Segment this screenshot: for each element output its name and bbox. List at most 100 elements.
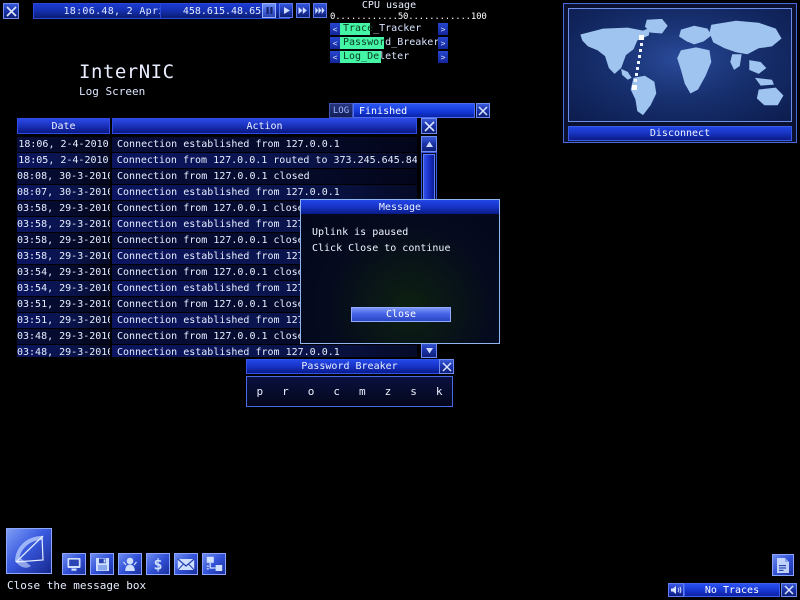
log-row-date: 03:58, 29-3-2010 [17,248,110,264]
trace-close-icon[interactable] [781,583,797,597]
dialog-line-2: Click Close to continue [312,243,451,254]
table-row[interactable]: 03:48, 29-3-2010 Connection established f… [17,344,417,357]
log-table-close-icon[interactable] [421,118,437,134]
table-row[interactable]: 18:06, 2-4-2010 Connection established fr… [17,136,417,152]
cpu-program-row: < Trace_Tracker > [330,23,448,35]
cpu-program-row: < Log_Deleter > [330,51,448,63]
email-icon[interactable] [174,553,198,575]
fastest-forward-button[interactable] [313,3,327,18]
arrow-up-icon[interactable] [421,136,437,152]
status-bar-text: Close the message box [7,579,147,592]
password-character: c [333,385,340,398]
cpu-increase-button[interactable]: > [438,51,448,63]
world-map-panel: Disconnect [563,3,797,143]
password-breaker-close-icon[interactable] [439,359,454,374]
contacts-icon[interactable] [118,553,142,575]
network-icon[interactable] [202,553,226,575]
cpu-usage-panel: CPU usage 0............50............100… [330,0,487,65]
cpu-program-label: Log_Deleter [343,51,410,62]
password-breaker-title: Password Breaker [301,361,398,372]
password-character: p [256,385,264,398]
fast-forward-button[interactable] [296,3,310,18]
log-row-date: 03:51, 29-3-2010 [17,312,110,328]
dialog-close-button[interactable]: Close [351,307,451,322]
close-icon[interactable] [3,3,19,19]
log-row-date: 03:58, 29-3-2010 [17,232,110,248]
table-row[interactable]: 08:08, 30-3-2010 Connection from 127.0.0.… [17,168,417,184]
trace-node-start [639,35,644,40]
world-map[interactable] [568,8,792,122]
log-row-date: 03:54, 29-3-2010 [17,280,110,296]
log-progress-status: Finished [359,106,408,117]
cpu-program-list: < Trace_Tracker > < Password_Breaker > < Log_De… [330,23,448,63]
dialog-body: Uplink is paused Click Close to continue [301,214,499,257]
password-character: o [307,385,315,398]
dialog-line-1: Uplink is paused [312,227,409,238]
log-row-date: 08:08, 30-3-2010 [17,168,110,184]
table-row[interactable]: 08:07, 30-3-2010 Connection established f… [17,184,417,200]
column-header-date[interactable]: Date [17,118,110,134]
disconnect-button[interactable]: Disconnect [568,126,792,141]
log-row-date: 03:58, 29-3-2010 [17,200,110,216]
cpu-increase-button[interactable]: > [438,37,448,49]
trace-status-label: No Traces [684,583,780,597]
log-row-action: Connection from 127.0.0.1 routed to 373.… [111,152,417,168]
trace-status-bar: No Traces [668,583,797,597]
log-row-date: 03:51, 29-3-2010 [17,296,110,312]
log-row-date: 03:58, 29-3-2010 [17,216,110,232]
password-breaker-characters: procmzsk [246,376,453,407]
floppy-disk-icon[interactable] [90,553,114,575]
uplink-game-screen: 18:06.48, 2 April 2010 458.615.48.651 CP… [0,0,800,600]
password-character: k [435,385,443,398]
log-row-date: 18:06, 2-4-2010 [17,136,110,152]
arrow-down-icon[interactable] [421,342,437,358]
password-character: r [282,385,289,398]
page-subtitle: Log Screen [79,85,146,98]
document-icon[interactable] [772,554,794,576]
cpu-program-label: Password_Breaker [343,37,438,48]
cpu-program-row: < Password_Breaker > [330,37,448,49]
log-progress-track: Finished [353,103,475,118]
log-row-action: Connection established from 127.0.0.1 [112,184,417,200]
log-row-action: Connection from 127.0.0.1 closed [112,168,417,184]
trace-dot [637,61,640,64]
cpu-bar[interactable]: Trace_Tracker [340,23,438,35]
cpu-program-label: Trace_Tracker [343,23,422,34]
column-header-action[interactable]: Action [112,118,417,134]
password-breaker-title-bar: Password Breaker [246,359,454,374]
log-table-header: Date Action [17,118,417,134]
log-row-date: 03:54, 29-3-2010 [17,264,110,280]
cpu-decrease-button[interactable]: < [330,37,340,49]
log-progress-bar: LOG Finished [329,103,490,118]
svg-text:$: $ [153,556,162,572]
cpu-increase-button[interactable]: > [438,23,448,35]
trace-dot [638,55,641,58]
pause-button[interactable] [262,3,276,18]
cpu-decrease-button[interactable]: < [330,23,340,35]
cpu-decrease-button[interactable]: < [330,51,340,63]
speaker-icon[interactable] [668,583,684,597]
taskbar-icons: $ [62,553,226,575]
trace-dot [636,67,639,70]
computer-icon[interactable] [62,553,86,575]
cpu-bar[interactable]: Log_Deleter [340,51,438,63]
log-row-date: 18:05, 2-4-2010 [17,152,110,168]
password-breaker-panel: Password Breaker p r o c m z s k [246,359,454,407]
log-progress-close-icon[interactable] [476,103,490,118]
password-character: s [410,385,417,398]
trace-dot [639,49,642,52]
trace-dot [635,73,638,76]
table-row[interactable]: 18:05, 2-4-2010 Connection from 127.0.0.1… [17,152,417,168]
cpu-usage-title: CPU usage [361,0,417,11]
trace-dot [640,43,643,46]
finance-icon[interactable]: $ [146,553,170,575]
cpu-usage-scale: 0............50............100 [330,12,487,22]
page-title: InterNIC [79,61,175,83]
trace-node-end [632,85,637,90]
log-row-action: Connection established from 127.0.0.1 [112,344,417,357]
cpu-bar[interactable]: Password_Breaker [340,37,438,49]
message-dialog: Message Uplink is paused Click Close to … [300,199,500,344]
world-map-continents [580,18,784,116]
play-button[interactable] [279,3,293,18]
satellite-dish-icon[interactable] [6,528,52,574]
